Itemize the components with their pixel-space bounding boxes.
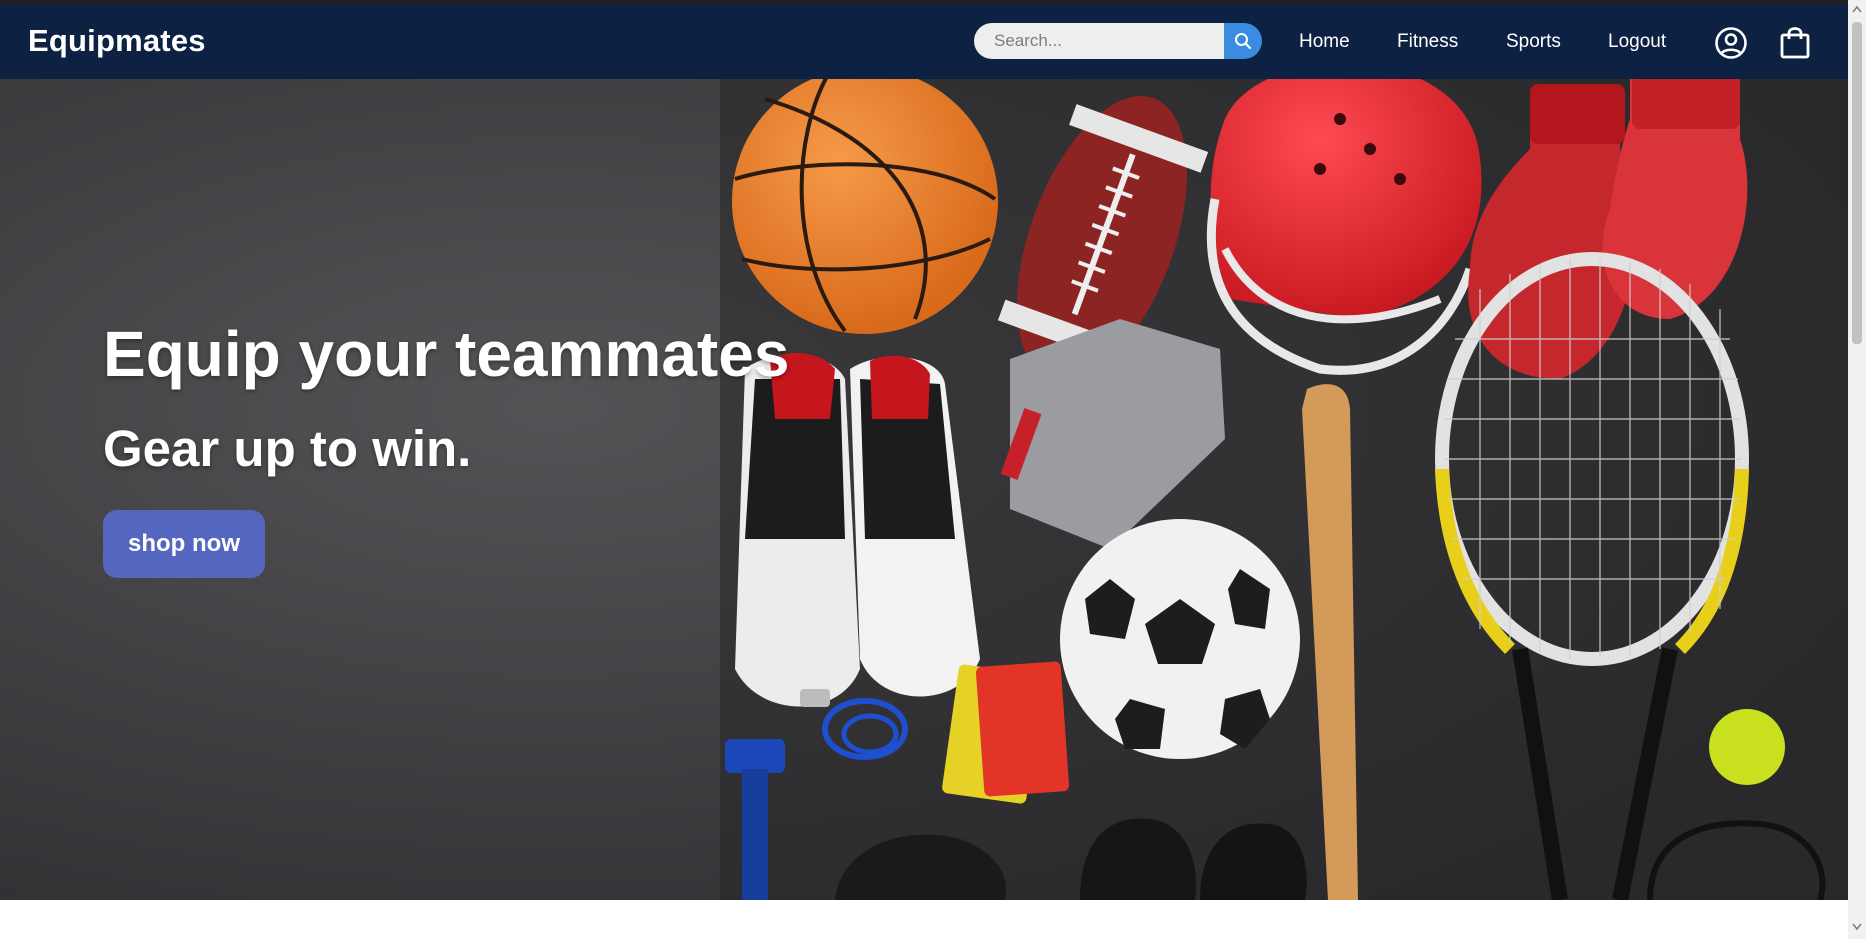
soccer-ball-graphic bbox=[1060, 519, 1300, 759]
navbar: Equipmates Home Fitness Sports Logout bbox=[0, 4, 1848, 79]
brand-logo[interactable]: Equipmates bbox=[28, 23, 206, 59]
search-input[interactable] bbox=[974, 23, 1224, 59]
scrollbar-thumb[interactable] bbox=[1852, 22, 1862, 344]
sneakers-graphic bbox=[735, 353, 980, 707]
nav-link-logout[interactable]: Logout bbox=[1608, 31, 1666, 53]
nav-link-fitness[interactable]: Fitness bbox=[1397, 31, 1458, 53]
search-bar bbox=[974, 23, 1262, 59]
hero-subtitle: Gear up to win. bbox=[103, 420, 472, 477]
search-icon bbox=[1235, 33, 1252, 50]
account-button[interactable] bbox=[1714, 26, 1748, 65]
hero-banner: Equip your teammates Gear up to win. sho… bbox=[0, 79, 1848, 900]
nav-link-home[interactable]: Home bbox=[1299, 31, 1350, 53]
shop-now-button[interactable]: shop now bbox=[103, 510, 265, 578]
sports-equipment-image bbox=[0, 79, 1848, 900]
scroll-up-arrow-icon[interactable] bbox=[1852, 4, 1862, 16]
referee-cards-graphic bbox=[942, 661, 1070, 804]
scroll-down-arrow-icon[interactable] bbox=[1852, 920, 1862, 932]
user-circle-icon bbox=[1715, 27, 1747, 59]
hero-title: Equip your teammates bbox=[103, 318, 790, 390]
nav-link-sports[interactable]: Sports bbox=[1506, 31, 1561, 53]
tennis-ball-graphic bbox=[1709, 709, 1785, 785]
shopping-bag-icon bbox=[1780, 27, 1810, 59]
basketball-graphic bbox=[732, 79, 998, 334]
page-scrollbar[interactable] bbox=[1848, 0, 1866, 939]
cart-button[interactable] bbox=[1778, 25, 1812, 66]
search-button[interactable] bbox=[1224, 23, 1262, 59]
